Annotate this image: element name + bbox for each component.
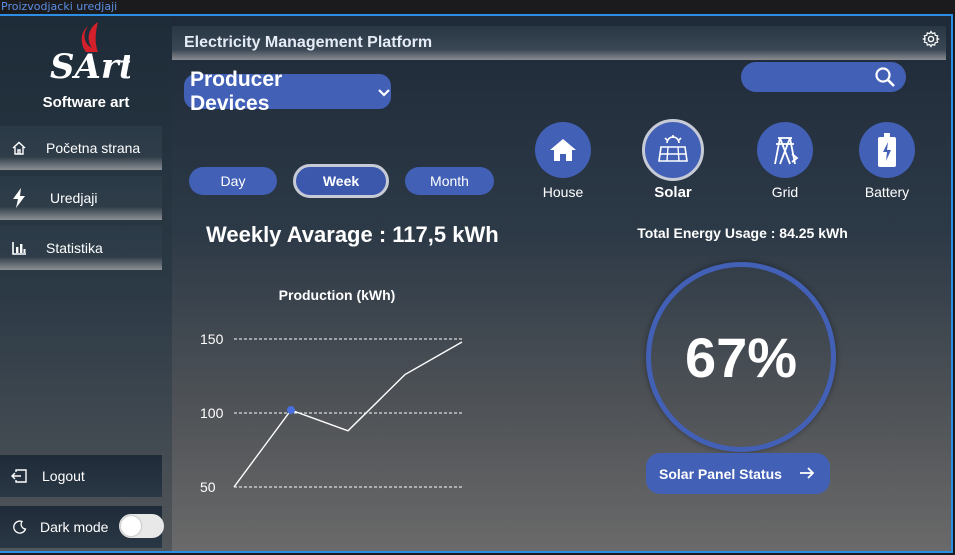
device-label: Solar (654, 184, 692, 201)
battery-icon (859, 122, 915, 178)
usage-gauge: 67% (646, 262, 836, 452)
device-solar[interactable]: Solar (638, 119, 708, 201)
total-energy-usage: Total Energy Usage : 84.25 kWh (637, 225, 848, 241)
dark-mode-label: Dark mode (40, 519, 109, 535)
sidebar: SArt Software art Početna strana Uredjaj… (0, 16, 172, 551)
weekly-average: Weekly Avarage : 117,5 kWh (206, 222, 499, 247)
logout-button[interactable]: Logout (0, 455, 162, 497)
dark-mode-toggle[interactable] (119, 514, 164, 538)
search-icon[interactable] (874, 66, 896, 93)
brand-logo: SArt (50, 22, 130, 84)
search-input[interactable] (751, 67, 861, 87)
brand-name: Software art (42, 94, 130, 111)
device-label: House (542, 184, 584, 200)
period-day-button[interactable]: Day (189, 167, 277, 195)
device-house[interactable]: House (528, 122, 598, 200)
sidebar-item-label: Uredjaji (50, 190, 98, 206)
device-battery[interactable]: Battery (852, 122, 922, 200)
status-button-label: Solar Panel Status (659, 465, 782, 482)
window-tab-label: Proizvodjacki uredjaji (1, 0, 118, 13)
bar-chart-icon (8, 240, 30, 256)
period-month-button[interactable]: Month (405, 167, 494, 195)
house-icon (535, 122, 591, 178)
logout-icon (8, 468, 30, 484)
y-tick-label: 100 (200, 405, 224, 421)
header-bar: Electricity Management Platform (172, 26, 946, 60)
sidebar-item-label: Statistika (46, 240, 103, 256)
logout-label: Logout (42, 468, 85, 484)
page-title: Electricity Management Platform (184, 34, 433, 51)
sidebar-item-statistics[interactable]: Statistika (0, 226, 162, 270)
gear-icon[interactable] (922, 30, 940, 53)
moon-icon (10, 520, 30, 534)
power-tower-icon (757, 122, 813, 178)
device-label: Grid (771, 184, 799, 200)
period-week-button[interactable]: Week (293, 164, 389, 198)
device-type-select[interactable]: Producer Devices (184, 68, 391, 115)
chart-title: Production (kWh) (278, 287, 396, 303)
sidebar-item-devices[interactable]: Uredjaji (0, 176, 162, 220)
search-box (741, 62, 906, 92)
arrow-right-icon (798, 464, 816, 485)
sidebar-item-label: Početna strana (46, 140, 141, 156)
solar-panel-status-button[interactable]: Solar Panel Status (646, 453, 830, 494)
device-type-label: Producer Devices (190, 67, 283, 115)
device-label: Battery (864, 184, 910, 200)
production-chart: 150 100 50 (200, 331, 463, 495)
y-tick-label: 150 (200, 331, 224, 347)
toggle-knob (121, 516, 141, 536)
y-tick-label: 50 (200, 479, 216, 495)
solar-panel-icon (642, 119, 704, 181)
highlighted-data-point[interactable] (287, 406, 295, 415)
lightning-icon (8, 188, 30, 208)
production-series-line (233, 341, 463, 488)
home-icon (8, 140, 30, 156)
svg-text:SArt: SArt (50, 47, 130, 84)
device-grid[interactable]: Grid (750, 122, 820, 200)
sidebar-item-home[interactable]: Početna strana (0, 126, 162, 170)
usage-percent: 67% (684, 325, 798, 389)
chevron-down-icon (377, 80, 391, 104)
